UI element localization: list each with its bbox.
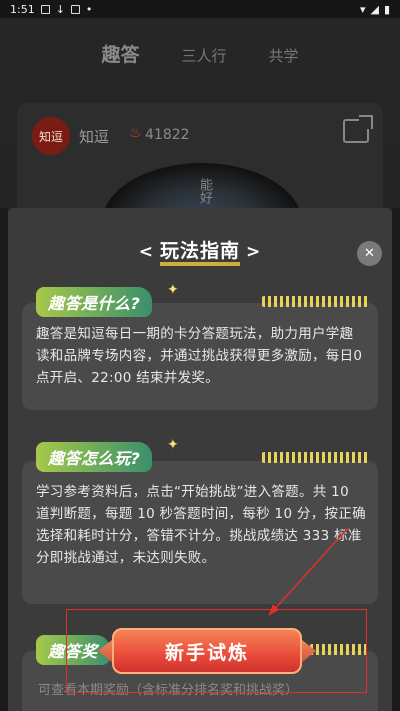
chevron-right-icon: > [246,242,262,262]
highlight-box [66,609,367,693]
section-card: 趣答是知逗每日一期的卡分答题玩法，助力用户学趣读和品牌专场内容，并通过挑战获得更… [22,303,378,410]
share-icon[interactable] [343,119,369,143]
sparkle-icon: ✦ [167,282,179,298]
decor-stripe [262,452,368,463]
status-bar: 1:51 ↓ • ▾ ◢ ▮ [0,0,400,18]
wifi-icon: ▾ [359,2,366,16]
top-tabs: 趣答 三人行 共学 [0,40,400,67]
channel-name: 知逗 [79,128,110,146]
dot-icon: • [85,2,93,16]
tab-sanrenxing[interactable]: 三人行 [181,45,226,66]
sheet-edge-left [0,208,8,711]
signal-icon: ◢ [370,2,379,16]
section-card: 学习参考资料后，点击“开始挑战”进入答题。共 10 道判断题，每题 10 秒答题… [22,461,378,604]
battery-icon: ▮ [383,2,390,16]
sparkle-icon: ✦ [167,437,179,453]
chevron-left-icon: < [138,242,154,262]
fire-icon: ♨ [129,125,142,141]
status-time: 1:51 [10,2,35,16]
section-body: 趣答是知逗每日一期的卡分答题玩法，助力用户学趣读和品牌专场内容，并通过挑战获得更… [36,326,363,386]
guide-title: < 玩法指南 > [0,236,400,266]
download-icon: ↓ [55,2,65,16]
image-icon [40,4,50,14]
sheet-edge-right [392,208,400,711]
section-body: 学习参考资料后，点击“开始挑战”进入答题。共 10 道判断题，每题 10 秒答题… [36,484,366,566]
app-icon [70,4,80,14]
close-button[interactable]: ✕ [357,241,382,266]
decor-stripe [262,296,368,307]
section-heading: 趣答怎么玩? [36,442,153,472]
tab-quda[interactable]: 趣答 [101,40,139,67]
tab-gongxue[interactable]: 共学 [269,45,299,66]
cover-text: 能好 [197,178,212,204]
avatar[interactable]: 知逗 [32,117,70,155]
guide-title-text: 玩法指南 [159,240,240,266]
fire-count: 41822 [145,127,190,143]
section-heading: 趣答是什么? [36,287,153,317]
